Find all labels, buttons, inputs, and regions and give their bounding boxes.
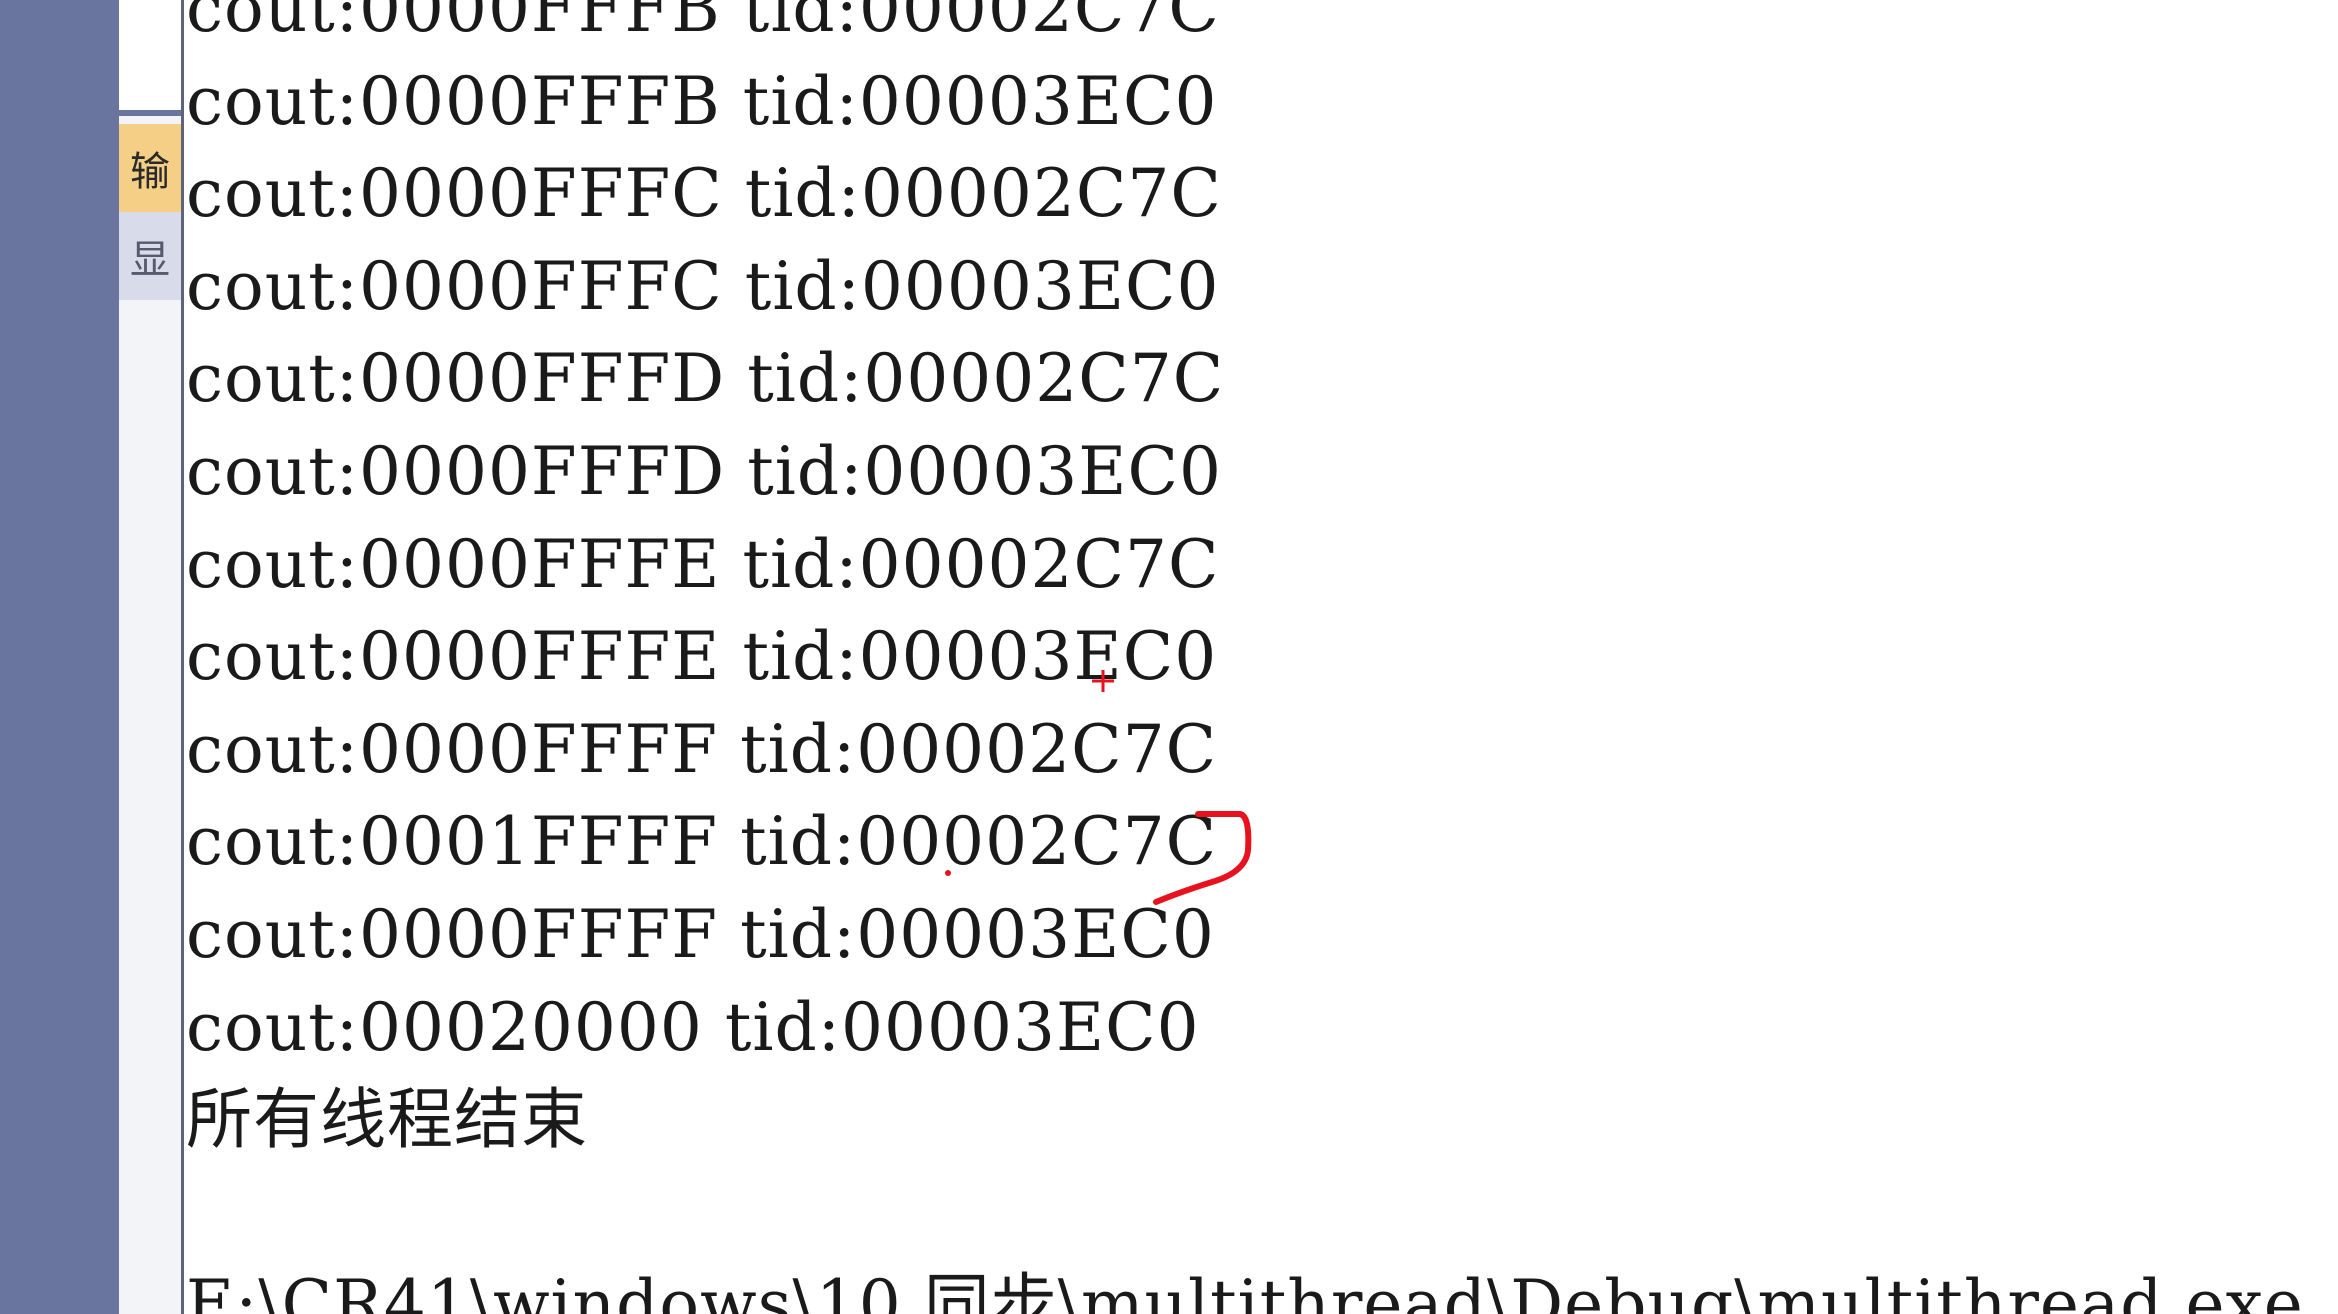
console-window[interactable]: cout:0000FFFB tid:00002C7C cout:0000FFFB… xyxy=(181,0,2338,1314)
screen: 输 显 cout:0000FFFB tid:00002C7C cout:0000… xyxy=(0,0,2338,1314)
desktop-background xyxy=(0,0,119,1314)
console-line: cout:0000FFFF tid:00003EC0 xyxy=(186,895,1215,973)
tab-show[interactable]: 显 xyxy=(119,212,181,300)
console-line: E:\CR41\windows\10 同步\multithread\Debug\… xyxy=(186,1266,2304,1314)
console-line: cout:0000FFFB tid:00002C7C xyxy=(186,0,1220,47)
console-line: cout:0000FFFE tid:00003EC0 xyxy=(186,618,1218,696)
console-line: cout:0000FFFC tid:00003EC0 xyxy=(186,247,1220,325)
console-line: cout:0000FFFC tid:00002C7C xyxy=(186,155,1222,233)
console-output: cout:0000FFFB tid:00002C7C cout:0000FFFB… xyxy=(186,0,2304,1314)
console-line: cout:00020000 tid:00003EC0 xyxy=(186,988,1200,1066)
ide-panel-top xyxy=(119,0,181,116)
console-line: cout:0000FFFD tid:00003EC0 xyxy=(186,432,1222,510)
console-line: cout:0000FFFB tid:00003EC0 xyxy=(186,62,1218,140)
console-line: cout:0000FFFD tid:00002C7C xyxy=(186,340,1225,418)
tab-output[interactable]: 输 xyxy=(119,124,181,212)
console-line: cout:0000FFFE tid:00002C7C xyxy=(186,525,1220,603)
console-line: cout:0001FFFF tid:00002C7C xyxy=(186,803,1218,881)
console-line: 所有线程结束 xyxy=(186,1081,588,1159)
console-line: cout:0000FFFF tid:00002C7C xyxy=(186,710,1218,788)
